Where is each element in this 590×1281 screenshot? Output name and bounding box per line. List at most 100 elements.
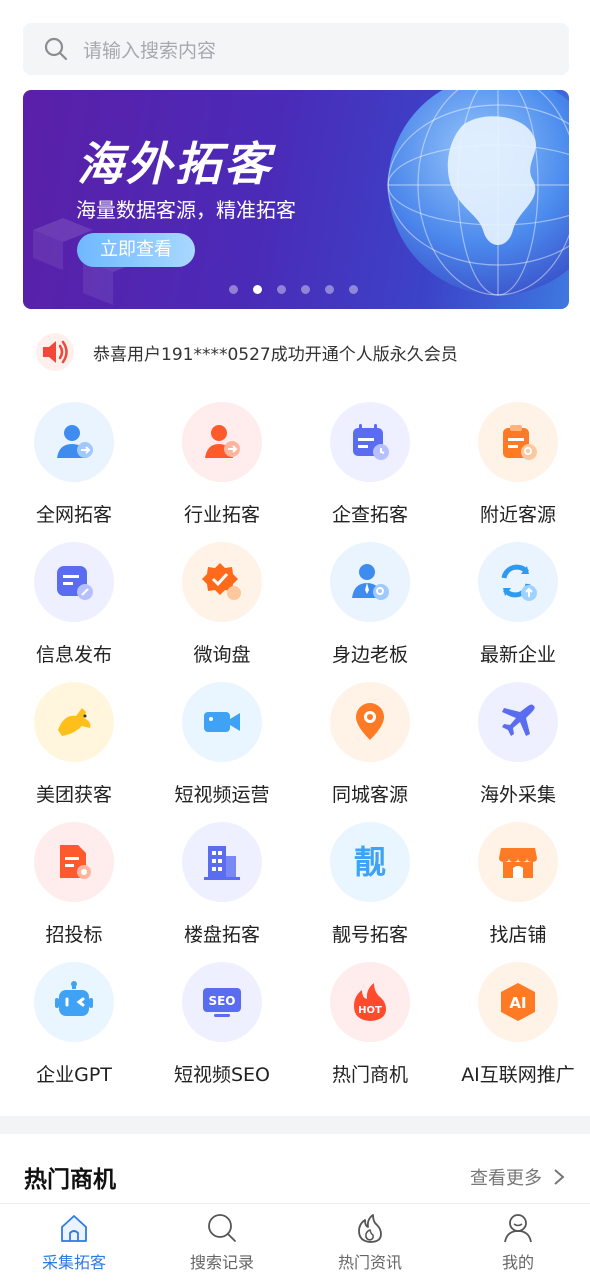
- feature-label: 热门商机: [331, 1064, 408, 1086]
- tab-search-history[interactable]: 搜索记录: [148, 1204, 296, 1281]
- feature-label: 身边老板: [331, 644, 408, 666]
- tab-hot-news[interactable]: 热门资讯: [296, 1204, 444, 1281]
- message-edit-icon: [34, 542, 114, 622]
- feature-label: 企查拓客: [331, 504, 408, 526]
- feature-label: 微询盘: [193, 644, 251, 666]
- bottom-tab-bar: 采集拓客 搜索记录 热门资讯 我的: [0, 1203, 590, 1280]
- tab-label: 搜索记录: [189, 1253, 254, 1272]
- hot-fire-icon: HOT: [330, 962, 410, 1042]
- feature-enterprise-gpt[interactable]: 企业GPT: [0, 960, 148, 1100]
- calendar-clock-icon: [330, 402, 410, 482]
- feature-label: 楼盘拓客: [183, 924, 260, 946]
- feature-label: 行业拓客: [183, 504, 260, 526]
- feature-label: 招投标: [45, 924, 103, 946]
- user-search-icon: [34, 402, 114, 482]
- view-now-button[interactable]: 立即查看: [77, 233, 195, 267]
- refresh-upload-icon: [478, 542, 558, 622]
- location-pin-icon: [330, 682, 410, 762]
- feature-video-seo[interactable]: SEO 短视频SEO: [148, 960, 296, 1100]
- promo-banner[interactable]: 海外拓客 海量数据客源，精准拓客 立即查看: [23, 90, 569, 309]
- feature-label: 靓号拓客: [331, 924, 408, 946]
- view-more-label: 查看更多: [470, 1168, 542, 1189]
- feature-hot-opportunity[interactable]: HOT 热门商机: [296, 960, 444, 1100]
- svg-text:靓: 靓: [354, 843, 386, 881]
- feature-label: AI互联网推广: [461, 1064, 575, 1086]
- search-icon: [208, 1214, 236, 1242]
- feature-label: 同城客源: [331, 784, 408, 806]
- feature-vanity-number[interactable]: 靓 靓号拓客: [296, 820, 444, 960]
- feature-label: 最新企业: [479, 644, 556, 666]
- feature-label: 找店铺: [489, 924, 547, 946]
- seo-monitor-icon: SEO: [182, 962, 262, 1042]
- feature-find-shop[interactable]: 找店铺: [444, 820, 590, 960]
- kangaroo-icon: [34, 682, 114, 762]
- liang-char-icon: 靓: [330, 822, 410, 902]
- building-icon: [182, 822, 262, 902]
- banner-title: 海外拓客: [77, 137, 273, 191]
- notice-bar[interactable]: 恭喜用户191****0527成功开通个人版永久会员: [35, 330, 458, 374]
- boss-search-icon: [330, 542, 410, 622]
- user-icon: [504, 1214, 532, 1243]
- feature-label: 海外采集: [479, 784, 556, 806]
- feature-label: 信息发布: [35, 644, 112, 666]
- tab-label: 热门资讯: [337, 1253, 402, 1272]
- search-icon: [44, 37, 68, 61]
- tab-label: 我的: [501, 1253, 534, 1272]
- feature-label: 美团获客: [35, 784, 112, 806]
- section-divider: [0, 1116, 590, 1134]
- globe-icon: [387, 90, 569, 296]
- feature-label: 全网拓客: [35, 504, 112, 526]
- view-more-link[interactable]: 查看更多: [470, 1164, 566, 1190]
- feature-industry[interactable]: 行业拓客: [148, 400, 296, 540]
- certificate-icon: [34, 822, 114, 902]
- feature-ai-promotion[interactable]: AI AI互联网推广: [444, 960, 590, 1100]
- svg-text:SEO: SEO: [208, 994, 235, 1008]
- video-camera-icon: [182, 682, 262, 762]
- feature-bidding[interactable]: 招投标: [0, 820, 148, 960]
- feature-real-estate[interactable]: 楼盘拓客: [148, 820, 296, 960]
- notice-text: 恭喜用户191****0527成功开通个人版永久会员: [93, 344, 458, 365]
- ai-hexagon-icon: AI: [478, 962, 558, 1042]
- search-placeholder: 请输入搜索内容: [83, 39, 217, 62]
- speaker-icon: [36, 333, 74, 371]
- feature-inquiry[interactable]: 微询盘: [148, 540, 296, 680]
- fire-icon: [358, 1214, 382, 1243]
- search-bar[interactable]: 请输入搜索内容: [23, 23, 569, 75]
- banner-dot[interactable]: [301, 285, 310, 294]
- shop-icon: [478, 822, 558, 902]
- feature-overseas[interactable]: 海外采集: [444, 680, 590, 820]
- feature-local[interactable]: 同城客源: [296, 680, 444, 820]
- svg-text:HOT: HOT: [358, 1005, 382, 1016]
- feature-meituan[interactable]: 美团获客: [0, 680, 148, 820]
- feature-all-network[interactable]: 全网拓客: [0, 400, 148, 540]
- banner-dot[interactable]: [277, 285, 286, 294]
- feature-new-companies[interactable]: 最新企业: [444, 540, 590, 680]
- banner-dot[interactable]: [325, 285, 334, 294]
- banner-subtitle: 海量数据客源，精准拓客: [76, 198, 296, 222]
- clipboard-search-icon: [478, 402, 558, 482]
- user-arrow-icon: [182, 402, 262, 482]
- feature-nearby[interactable]: 附近客源: [444, 400, 590, 540]
- banner-dot[interactable]: [253, 285, 262, 294]
- feature-label: 附近客源: [479, 504, 556, 526]
- svg-text:AI: AI: [509, 994, 526, 1012]
- tab-collect[interactable]: 采集拓客: [0, 1204, 148, 1281]
- tab-label: 采集拓客: [41, 1253, 106, 1272]
- robot-icon: [34, 962, 114, 1042]
- airplane-icon: [478, 682, 558, 762]
- feature-label: 短视频SEO: [173, 1064, 271, 1086]
- feature-label: 短视频运营: [174, 784, 270, 806]
- feature-company-check[interactable]: 企查拓客: [296, 400, 444, 540]
- chevron-right-icon: [554, 1169, 565, 1185]
- feature-nearby-boss[interactable]: 身边老板: [296, 540, 444, 680]
- tab-mine[interactable]: 我的: [444, 1204, 590, 1281]
- hot-section-title: 热门商机: [24, 1167, 116, 1193]
- feature-info-publish[interactable]: 信息发布: [0, 540, 148, 680]
- banner-pagination: [229, 285, 358, 294]
- home-icon: [61, 1215, 87, 1242]
- feature-short-video[interactable]: 短视频运营: [148, 680, 296, 820]
- banner-dot[interactable]: [229, 285, 238, 294]
- feature-label: 企业GPT: [36, 1064, 112, 1086]
- banner-dot[interactable]: [349, 285, 358, 294]
- badge-check-icon: [182, 542, 262, 622]
